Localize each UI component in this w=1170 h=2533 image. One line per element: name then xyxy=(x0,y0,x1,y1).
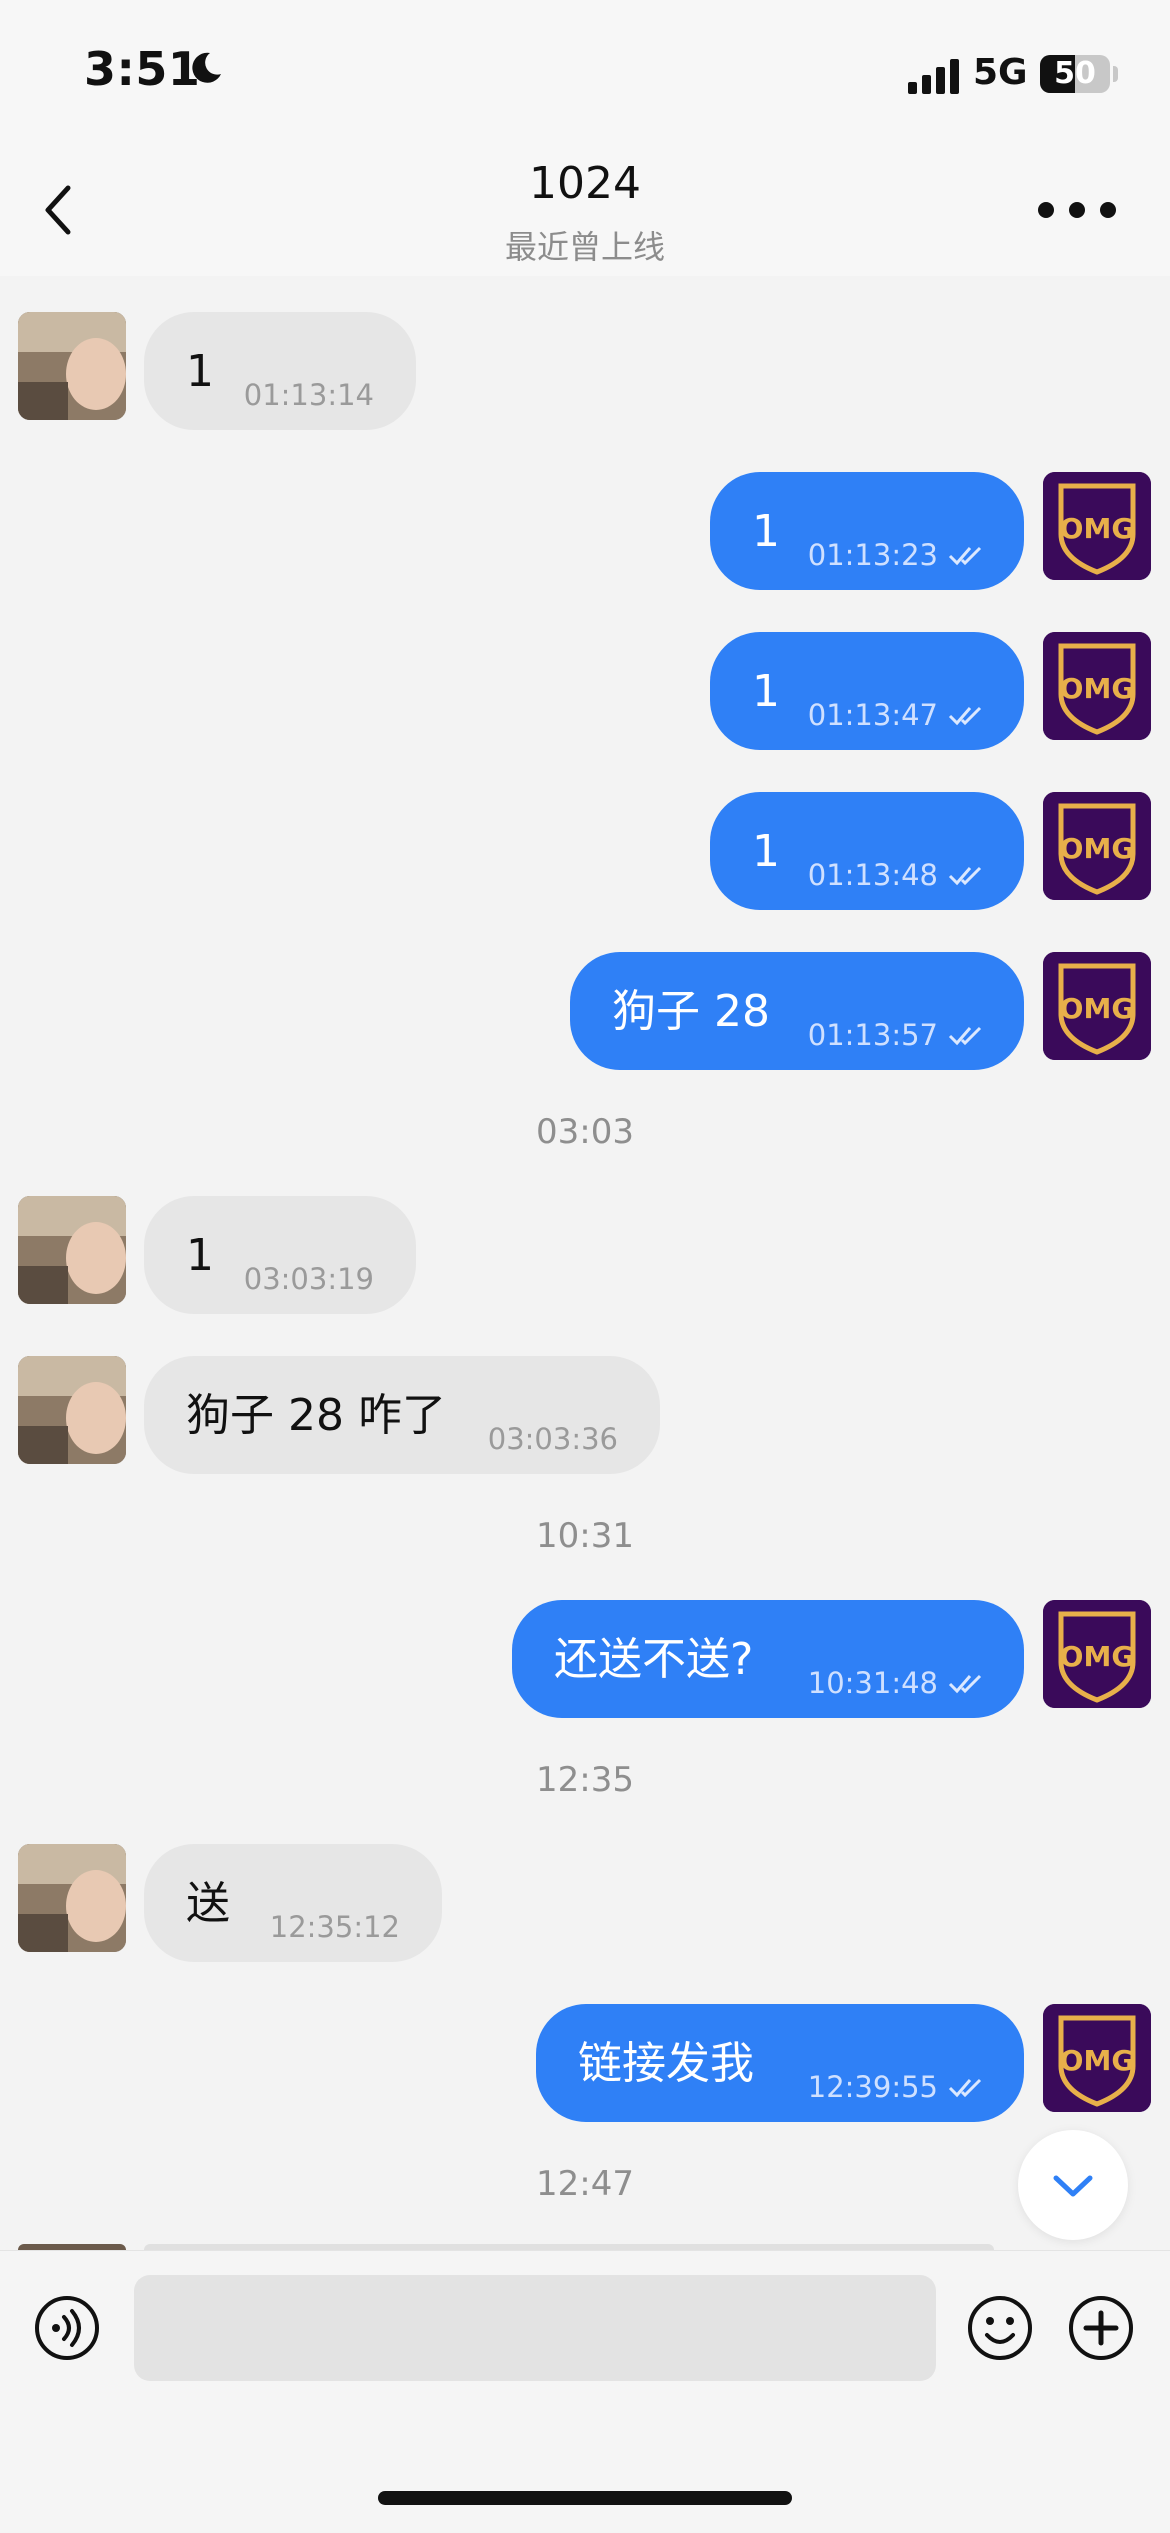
message-time: 12:35:12 xyxy=(269,1910,400,1944)
more-dots-icon[interactable] xyxy=(1036,192,1118,228)
time-divider: 12:35 xyxy=(536,1760,634,1800)
signal-icon xyxy=(908,59,959,94)
message-text: 狗子 28 咋了 xyxy=(186,1390,446,1441)
avatar[interactable] xyxy=(18,1844,126,1952)
omg-logo-avatar: OMG xyxy=(1043,1600,1151,1708)
svg-text:OMG: OMG xyxy=(1060,2044,1135,2077)
message-list[interactable]: 1 01:13:14 OMG 1 01:13:23 OMG 1 01:13:47 xyxy=(0,276,1170,2250)
message-bubble[interactable]: 1 03:03:19 xyxy=(144,1196,416,1314)
svg-text:OMG: OMG xyxy=(1060,512,1135,545)
chat-status: 最近曾上线 xyxy=(504,228,665,266)
plus-circle-icon[interactable] xyxy=(1068,2295,1134,2361)
message-bubble[interactable]: 还送不送? 10:31:48 xyxy=(512,1600,1024,1718)
message-text: 送 xyxy=(186,1878,230,1929)
message-text: 1 xyxy=(186,1230,214,1281)
message-bubble[interactable]: 狗子 28 咋了 03:03:36 xyxy=(144,1356,660,1474)
message-time: 03:03:19 xyxy=(243,1262,374,1296)
message-text: 1 xyxy=(186,346,214,397)
avatar[interactable]: OMG xyxy=(1043,792,1151,900)
svg-text:OMG: OMG xyxy=(1060,832,1135,865)
avatar[interactable]: OMG xyxy=(1043,632,1151,740)
battery-label: 50 xyxy=(1054,56,1096,91)
double-check-icon xyxy=(948,706,982,726)
message-text: 1 xyxy=(752,666,780,717)
omg-logo-avatar: OMG xyxy=(1043,472,1151,580)
message-bubble[interactable]: 链接发我 12:39:55 xyxy=(536,2004,1024,2122)
omg-logo-avatar: OMG xyxy=(1043,2004,1151,2112)
double-check-icon xyxy=(948,2078,982,2098)
message-text: 链接发我 xyxy=(578,2038,754,2089)
message-text: 1 xyxy=(752,826,780,877)
user-photo-avatar xyxy=(18,1196,126,1304)
user-photo-avatar xyxy=(18,312,126,420)
avatar[interactable] xyxy=(18,1196,126,1304)
avatar[interactable]: OMG xyxy=(1043,2004,1151,2112)
svg-text:OMG: OMG xyxy=(1060,992,1135,1025)
message-time: 01:13:23 xyxy=(807,538,938,572)
scroll-to-bottom-button[interactable] xyxy=(1018,2130,1128,2240)
double-check-icon xyxy=(948,866,982,886)
double-check-icon xyxy=(948,546,982,566)
status-bar: 3:51 5G 50 xyxy=(0,0,1170,140)
double-check-icon xyxy=(948,1674,982,1694)
chat-header: 1024 最近曾上线 xyxy=(0,140,1170,276)
status-time: 3:51 xyxy=(84,42,201,96)
message-text: 还送不送? xyxy=(554,1634,754,1685)
message-input[interactable] xyxy=(134,2275,936,2381)
avatar[interactable] xyxy=(18,1356,126,1464)
chat-title: 1024 xyxy=(529,158,641,209)
message-time: 01:13:14 xyxy=(243,378,374,412)
omg-logo-avatar: OMG xyxy=(1043,632,1151,740)
omg-logo-avatar: OMG xyxy=(1043,792,1151,900)
moon-icon xyxy=(192,52,221,83)
message-time: 01:13:57 xyxy=(807,1018,938,1052)
user-photo-avatar xyxy=(18,1844,126,1952)
double-check-icon xyxy=(948,1026,982,1046)
network-label: 5G xyxy=(973,52,1028,93)
avatar[interactable]: OMG xyxy=(1043,472,1151,580)
omg-logo-avatar: OMG xyxy=(1043,952,1151,1060)
message-bubble[interactable]: 1 01:13:23 xyxy=(710,472,1024,590)
time-divider: 12:47 xyxy=(536,2164,634,2204)
avatar[interactable]: OMG xyxy=(1043,1600,1151,1708)
chevron-down-icon xyxy=(1053,2175,1093,2197)
avatar[interactable] xyxy=(18,312,126,420)
input-bar xyxy=(0,2250,1170,2533)
battery-nub xyxy=(1113,66,1118,82)
message-bubble[interactable]: 送 12:35:12 xyxy=(144,1844,442,1962)
message-bubble[interactable]: 狗子 28 01:13:57 xyxy=(570,952,1024,1070)
message-bubble[interactable]: 1 01:13:48 xyxy=(710,792,1024,910)
message-text: 狗子 28 xyxy=(612,986,770,1037)
time-divider: 03:03 xyxy=(536,1112,634,1152)
message-time: 01:13:48 xyxy=(807,858,938,892)
emoji-icon[interactable] xyxy=(967,2295,1033,2361)
avatar[interactable]: OMG xyxy=(1043,952,1151,1060)
message-bubble[interactable]: 1 01:13:14 xyxy=(144,312,416,430)
message-time: 10:31:48 xyxy=(807,1666,938,1700)
svg-text:OMG: OMG xyxy=(1060,1640,1135,1673)
time-divider: 10:31 xyxy=(536,1516,634,1556)
message-time: 03:03:36 xyxy=(487,1422,618,1456)
svg-text:OMG: OMG xyxy=(1060,672,1135,705)
message-text: 1 xyxy=(752,506,780,557)
battery-icon: 50 xyxy=(1040,55,1110,93)
message-time: 01:13:47 xyxy=(807,698,938,732)
home-indicator xyxy=(378,2491,792,2505)
user-photo-avatar xyxy=(18,1356,126,1464)
message-time: 12:39:55 xyxy=(807,2070,938,2104)
message-bubble[interactable]: 1 01:13:47 xyxy=(710,632,1024,750)
voice-icon[interactable] xyxy=(34,2295,100,2361)
